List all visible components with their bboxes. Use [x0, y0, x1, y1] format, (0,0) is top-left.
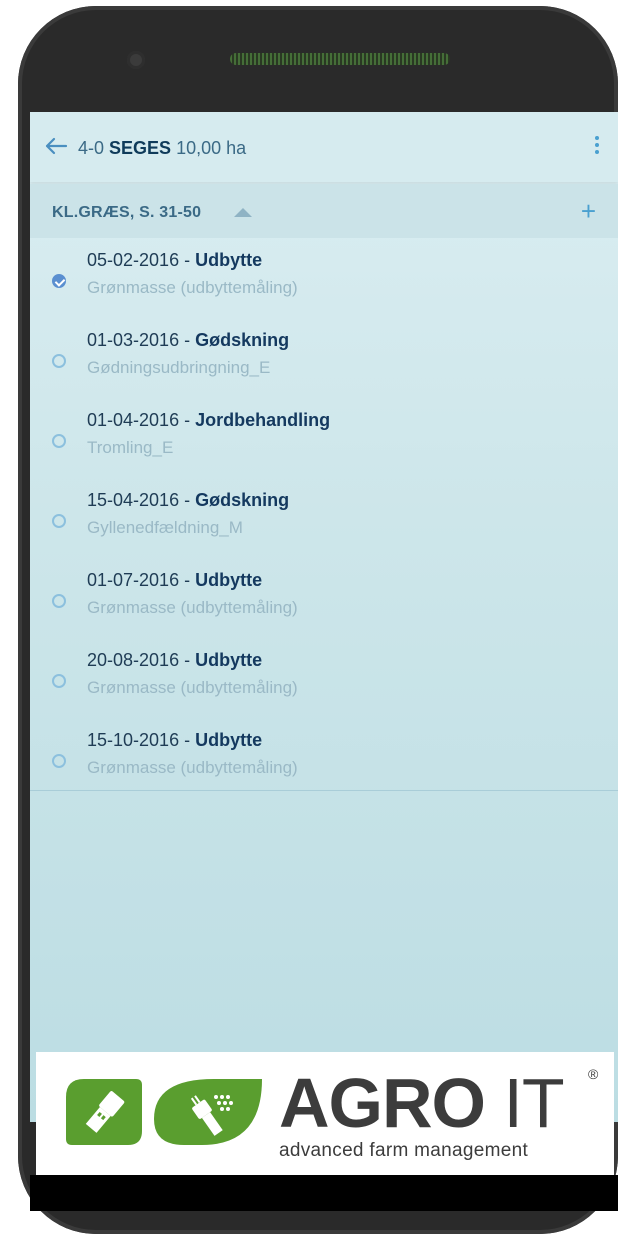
- item-date: 15-10-2016: [87, 730, 180, 750]
- item-subtitle: Grønmasse (udbyttemåling): [87, 678, 298, 697]
- checked-radio-icon[interactable]: [52, 274, 66, 288]
- item-type: Udbytte: [195, 650, 263, 670]
- leaf-plug-icon: [154, 1079, 262, 1145]
- radio-icon[interactable]: [52, 674, 66, 688]
- item-title: 01-03-2016 - Gødskning: [87, 330, 290, 350]
- radio-icon[interactable]: [52, 754, 66, 768]
- usb-plug-icon: [66, 1079, 142, 1145]
- item-type: Gødskning: [195, 490, 290, 510]
- collapse-caret-icon[interactable]: [234, 208, 252, 217]
- item-subtitle: Grønmasse (udbyttemåling): [87, 758, 298, 777]
- item-date: 05-02-2016: [87, 250, 180, 270]
- app-bar: 4-0 SEGES 10,00 ha: [30, 112, 618, 182]
- item-date: 01-07-2016: [87, 570, 180, 590]
- item-title: 01-07-2016 - Udbytte: [87, 570, 263, 590]
- item-date: 20-08-2016: [87, 650, 180, 670]
- list-item[interactable]: 01-03-2016 - Gødskning Gødningsudbringni…: [30, 330, 618, 406]
- list-item[interactable]: 15-04-2016 - Gødskning Gyllenedfældning_…: [30, 490, 618, 566]
- item-date: 01-03-2016: [87, 330, 180, 350]
- radio-icon[interactable]: [52, 594, 66, 608]
- crop-section-label: KL.GRÆS, S. 31-50: [52, 204, 202, 221]
- item-title: 01-04-2016 - Jordbehandling: [87, 410, 331, 430]
- radio-icon[interactable]: [52, 514, 66, 528]
- crop-section-header[interactable]: KL.GRÆS, S. 31-50 +: [30, 184, 618, 238]
- item-subtitle: Tromling_E: [87, 438, 174, 457]
- agro-it-logo: AGRO IT ® advanced farm management: [36, 1052, 614, 1175]
- list-item[interactable]: 20-08-2016 - Udbytte Grønmasse (udbyttem…: [30, 650, 618, 726]
- logo-wordmark: AGRO IT: [279, 1064, 565, 1142]
- item-type: Udbytte: [195, 730, 263, 750]
- field-area: 10,00 ha: [176, 138, 247, 158]
- field-id: 4-0: [78, 138, 105, 158]
- item-title: 15-04-2016 - Gødskning: [87, 490, 290, 510]
- back-arrow-icon[interactable]: [44, 136, 68, 156]
- add-icon[interactable]: +: [581, 198, 596, 224]
- list-item[interactable]: 01-07-2016 - Udbytte Grønmasse (udbyttem…: [30, 570, 618, 646]
- logo-tagline: advanced farm management: [279, 1140, 529, 1161]
- registered-mark: ®: [588, 1066, 599, 1082]
- item-date: 15-04-2016: [87, 490, 180, 510]
- item-title: 15-10-2016 - Udbytte: [87, 730, 263, 750]
- radio-icon[interactable]: [52, 434, 66, 448]
- item-date: 01-04-2016: [87, 410, 180, 430]
- item-type: Udbytte: [195, 570, 263, 590]
- field-owner: SEGES: [109, 138, 172, 158]
- front-camera: [127, 51, 145, 69]
- list-item[interactable]: 05-02-2016 - Udbytte Grønmasse (udbyttem…: [30, 250, 618, 326]
- item-type: Udbytte: [195, 250, 263, 270]
- list-divider: [30, 790, 618, 791]
- radio-icon[interactable]: [52, 354, 66, 368]
- item-type: Gødskning: [195, 330, 290, 350]
- list-item[interactable]: 15-10-2016 - Udbytte Grønmasse (udbyttem…: [30, 730, 618, 806]
- bottom-bar: [30, 1175, 618, 1211]
- overflow-menu-icon[interactable]: [594, 134, 600, 156]
- item-subtitle: Gyllenedfældning_M: [87, 518, 243, 537]
- item-subtitle: Gødningsudbringning_E: [87, 358, 271, 377]
- earpiece-speaker: [230, 53, 450, 65]
- page-title: 4-0 SEGES 10,00 ha: [78, 138, 246, 159]
- item-title: 20-08-2016 - Udbytte: [87, 650, 263, 670]
- item-subtitle: Grønmasse (udbyttemåling): [87, 598, 298, 617]
- list-item[interactable]: 01-04-2016 - Jordbehandling Tromling_E: [30, 410, 618, 486]
- item-subtitle: Grønmasse (udbyttemåling): [87, 278, 298, 297]
- item-type: Jordbehandling: [195, 410, 331, 430]
- item-title: 05-02-2016 - Udbytte: [87, 250, 263, 270]
- app-screen: 4-0 SEGES 10,00 ha KL.GRÆS, S. 31-50 + 0…: [30, 112, 618, 1122]
